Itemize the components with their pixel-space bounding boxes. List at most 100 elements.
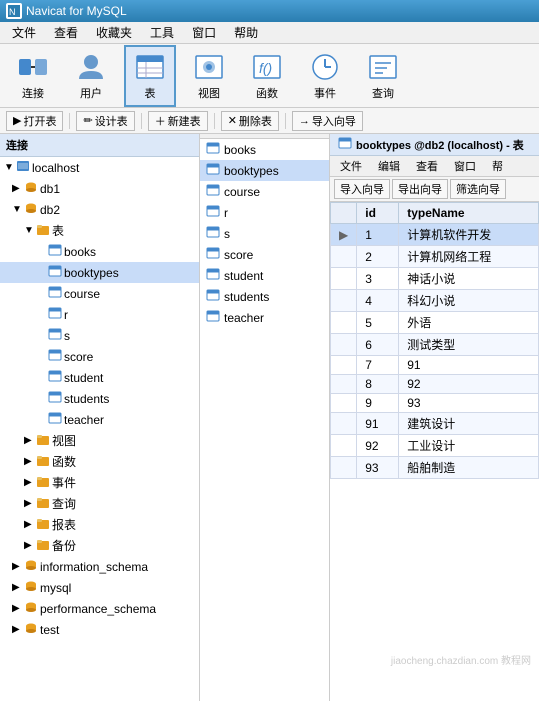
tree-item-事件[interactable]: ▶ 事件	[0, 472, 199, 493]
right-menu-item-查看[interactable]: 查看	[410, 157, 444, 175]
table-row[interactable]: 4科幻小说	[331, 290, 539, 312]
table-row[interactable]: 2计算机网络工程	[331, 246, 539, 268]
sub-toolbar-btn-导入向导[interactable]: → 导入向导	[292, 111, 363, 131]
cell-typename: 建筑设计	[399, 413, 539, 435]
divider	[285, 113, 286, 129]
sub-btn-icon: ＋	[155, 113, 166, 129]
table-row[interactable]: 993	[331, 394, 539, 413]
mid-table-score[interactable]: score	[200, 244, 329, 265]
tree-item-localhost[interactable]: ▼ localhost	[0, 157, 199, 178]
mid-table-s[interactable]: s	[200, 223, 329, 244]
cell-id: 6	[357, 334, 399, 356]
tree-item-teacher[interactable]: teacher	[0, 409, 199, 430]
table-row[interactable]: 91建筑设计	[331, 413, 539, 435]
cell-id: 9	[357, 394, 399, 413]
right-sub-btn-导出向导[interactable]: 导出向导	[392, 179, 448, 199]
tree-item-booktypes[interactable]: booktypes	[0, 262, 199, 283]
table-row[interactable]: 92工业设计	[331, 435, 539, 457]
tree-item-视图[interactable]: ▶ 视图	[0, 430, 199, 451]
tree-item-表[interactable]: ▼ 表	[0, 220, 199, 241]
toolbar-btn-函数[interactable]: f()函数	[242, 46, 292, 106]
menu-item-查看[interactable]: 查看	[46, 22, 86, 43]
tree-item-label: score	[64, 350, 93, 364]
tree-item-db1[interactable]: ▶ db1	[0, 178, 199, 199]
toolbar-btn-用户[interactable]: 用户	[66, 46, 116, 106]
right-sub-btn-导入向导[interactable]: 导入向导	[334, 179, 390, 199]
toolbar-btn-事件[interactable]: 事件	[300, 46, 350, 106]
mid-table-r[interactable]: r	[200, 202, 329, 223]
menu-item-文件[interactable]: 文件	[4, 22, 44, 43]
toolbar-btn-视图[interactable]: 视图	[184, 46, 234, 106]
folder-icon	[36, 495, 50, 512]
table-row[interactable]: ▶1计算机软件开发	[331, 224, 539, 246]
folder-icon	[36, 537, 50, 554]
tree-item-test[interactable]: ▶ test	[0, 619, 199, 640]
table-row[interactable]: 6测试类型	[331, 334, 539, 356]
server-icon	[16, 159, 30, 176]
right-menu-item-编辑[interactable]: 编辑	[372, 157, 406, 175]
right-menu-item-窗口[interactable]: 窗口	[448, 157, 482, 175]
mid-table-teacher[interactable]: teacher	[200, 307, 329, 328]
tree-item-db2[interactable]: ▼ db2	[0, 199, 199, 220]
sub-toolbar-btn-删除表[interactable]: ✕ 删除表	[221, 111, 279, 131]
tree-item-备份[interactable]: ▶ 备份	[0, 535, 199, 556]
cell-id: 4	[357, 290, 399, 312]
mid-table-students[interactable]: students	[200, 286, 329, 307]
toolbar-btn-查询[interactable]: 查询	[358, 46, 408, 106]
tree-item-performance_schema[interactable]: ▶ performance_schema	[0, 598, 199, 619]
cell-id: 2	[357, 246, 399, 268]
data-table: idtypeName▶1计算机软件开发2计算机网络工程3神话小说4科幻小说5外语…	[330, 202, 539, 701]
table-row[interactable]: 5外语	[331, 312, 539, 334]
cell-typename: 计算机网络工程	[399, 246, 539, 268]
menu-item-窗口[interactable]: 窗口	[184, 22, 224, 43]
right-menu-item-文件[interactable]: 文件	[334, 157, 368, 175]
tree-item-score[interactable]: score	[0, 346, 199, 367]
mid-table-course[interactable]: course	[200, 181, 329, 202]
tree-item-students[interactable]: students	[0, 388, 199, 409]
tree-item-information_schema[interactable]: ▶ information_schema	[0, 556, 199, 577]
tree-item-course[interactable]: course	[0, 283, 199, 304]
folder-icon	[36, 222, 50, 239]
toolbar-btn-label: 查询	[372, 85, 394, 101]
tree-item-报表[interactable]: ▶ 报表	[0, 514, 199, 535]
table-row[interactable]: 892	[331, 375, 539, 394]
toolbar-btn-label: 视图	[198, 85, 220, 101]
mid-table-student[interactable]: student	[200, 265, 329, 286]
folder-icon	[36, 453, 50, 470]
cell-typename: 91	[399, 356, 539, 375]
mid-table-booktypes[interactable]: booktypes	[200, 160, 329, 181]
mid-panel: books booktypes course r s score student…	[200, 134, 330, 701]
row-indicator: ▶	[331, 224, 357, 246]
row-indicator	[331, 356, 357, 375]
tree-arrow: ▶	[24, 498, 34, 509]
sub-toolbar-btn-新建表[interactable]: ＋ 新建表	[148, 111, 208, 131]
tree-item-s[interactable]: s	[0, 325, 199, 346]
right-menu-item-帮[interactable]: 帮	[486, 157, 509, 175]
tree-item-r[interactable]: r	[0, 304, 199, 325]
table-row[interactable]: 3神话小说	[331, 268, 539, 290]
folder-icon	[36, 474, 50, 491]
menu-item-收藏夹[interactable]: 收藏夹	[88, 22, 140, 43]
mid-table-books[interactable]: books	[200, 139, 329, 160]
db-icon	[24, 201, 38, 218]
sub-toolbar-btn-打开表[interactable]: ▶ 打开表	[6, 111, 63, 131]
table-row[interactable]: 93船舶制造	[331, 457, 539, 479]
table-name-label: books	[224, 143, 256, 157]
tree-item-books[interactable]: books	[0, 241, 199, 262]
cell-id: 7	[357, 356, 399, 375]
tree-item-函数[interactable]: ▶ 函数	[0, 451, 199, 472]
table-row[interactable]: 791	[331, 356, 539, 375]
toolbar-btn-label: 连接	[22, 85, 44, 101]
sub-toolbar-btn-设计表[interactable]: ✏ 设计表	[76, 111, 134, 131]
tree-item-mysql[interactable]: ▶ mysql	[0, 577, 199, 598]
toolbar-btn-连接[interactable]: 连接	[8, 46, 58, 106]
toolbar-btn-表[interactable]: 表	[124, 45, 176, 107]
right-sub-btn-筛选向导[interactable]: 筛选向导	[450, 179, 506, 199]
table-icon	[48, 390, 62, 407]
table-icon	[48, 243, 62, 260]
tree-arrow: ▶	[12, 582, 22, 593]
menu-item-工具[interactable]: 工具	[142, 22, 182, 43]
tree-item-查询[interactable]: ▶ 查询	[0, 493, 199, 514]
menu-item-帮助[interactable]: 帮助	[226, 22, 266, 43]
tree-item-student[interactable]: student	[0, 367, 199, 388]
